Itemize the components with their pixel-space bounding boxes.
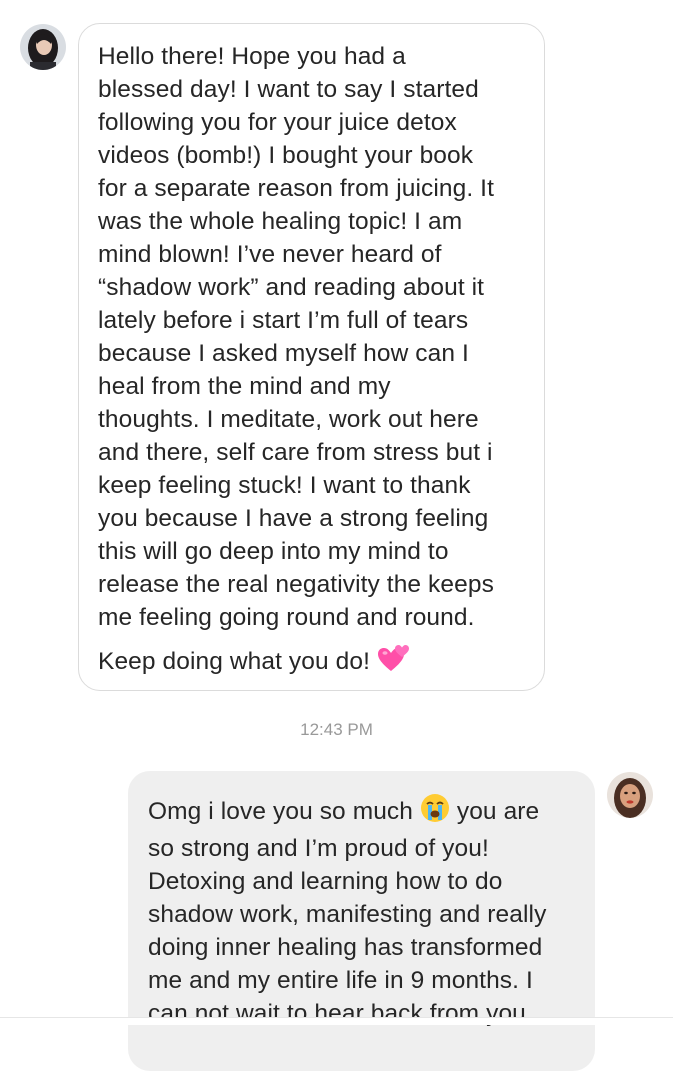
message-text-line: lately before i start I’m full of tears [98, 307, 469, 334]
message-text-line: this will go deep into my mind to [98, 538, 449, 565]
outgoing-message-bubble[interactable]: Omg i love you so much you are so strong… [128, 771, 595, 1071]
message-text-line: following you for your juice detox [98, 109, 457, 136]
message-text-line: thoughts. I meditate, work out here [98, 406, 479, 433]
message-text-line: Hello there! Hope you had a [98, 43, 406, 70]
message-text-line: heal from the mind and my [98, 373, 391, 400]
loudly-crying-face-emoji-icon [420, 793, 450, 832]
message-text-line: “shadow work” and reading about it [98, 274, 485, 301]
message-text-line: and there, self care from stress but i [98, 439, 493, 466]
message-text-line: so strong and I’m proud of you! [148, 835, 489, 862]
message-text-line: was the whole healing topic! I am [98, 208, 463, 235]
reply-avatar[interactable] [607, 772, 653, 818]
message-text-line: me feeling going round and round. [98, 604, 475, 631]
message-text-line: doing inner healing has transformed [148, 934, 543, 961]
message-text-line: me and my entire life in 9 months. I [148, 967, 533, 994]
message-closing-line: Keep doing what you do! [98, 643, 528, 682]
incoming-message-bubble[interactable]: Hello there! Hope you had a blessed day!… [78, 23, 545, 691]
message-text-line: Detoxing and learning how to do [148, 868, 503, 895]
message-closing-text: Keep doing what you do! [98, 648, 371, 675]
sender-avatar[interactable] [20, 24, 66, 70]
message-text-line: shadow work, manifesting and really [148, 901, 547, 928]
sender-avatar-image [20, 24, 66, 70]
message-text-segment: Omg i love you so much [148, 798, 414, 825]
message-text-line: keep feeling stuck! I want to thank [98, 472, 471, 499]
message-text-line: release the real negativity the keeps [98, 571, 494, 598]
message-text-line: videos (bomb!) I bought your book [98, 142, 474, 169]
message-text-line: can not wait to hear back from you [148, 1000, 526, 1027]
message-text-line: because I asked myself how can I [98, 340, 469, 367]
reply-avatar-image [607, 772, 653, 818]
two-hearts-emoji-icon [377, 643, 411, 682]
message-text-line: Omg i love you so much you are [148, 793, 577, 832]
message-text-segment: you are [456, 798, 540, 825]
message-timestamp: 12:43 PM [300, 720, 373, 739]
message-text-line: mind blown! I’ve never heard of [98, 241, 442, 268]
message-text-line: for a separate reason from juicing. It [98, 175, 494, 202]
message-text-line: you because I have a strong feeling [98, 505, 489, 532]
message-text-line: blessed day! I want to say I started [98, 76, 479, 103]
